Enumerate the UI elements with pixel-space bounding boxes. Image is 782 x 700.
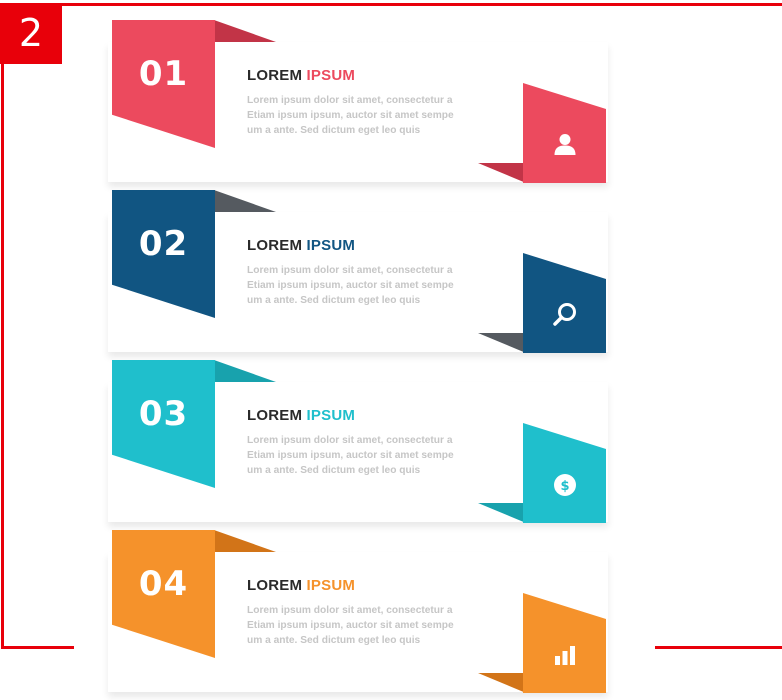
body-line: um a ante. Sed dictum eget leo quis [247, 295, 421, 306]
step-04: 04 LOREM IPSUM Lorem ipsum dolor sit ame… [100, 530, 620, 700]
title-accent: IPSUM [306, 577, 356, 594]
left-tab-fold [214, 190, 276, 212]
body-line: Lorem ipsum dolor sit amet, consectetur … [247, 95, 453, 106]
right-tab-fold [478, 673, 526, 693]
body-line: Etiam ipsum ipsum, auctor sit amet sempe [247, 450, 454, 461]
body-line: Lorem ipsum dolor sit amet, consectetur … [247, 265, 453, 276]
title-main: LOREM [247, 67, 303, 84]
step-number: 01 [138, 54, 189, 94]
search-icon [548, 298, 582, 332]
frame-top-border [0, 3, 782, 6]
left-tab-fold [214, 530, 276, 552]
step-02: 02 LOREM IPSUM Lorem ipsum dolor sit ame… [100, 190, 620, 360]
frame-bottom-right-border [655, 646, 782, 649]
figure-number-badge: 2 [0, 3, 62, 64]
title-main: LOREM [247, 577, 303, 594]
user-icon [548, 128, 582, 162]
frame-left-border [1, 3, 4, 649]
dollar-coin-icon: $ [548, 468, 582, 502]
title-main: LOREM [247, 237, 303, 254]
step-title: LOREM IPSUM [247, 237, 355, 254]
bar-chart-icon [548, 638, 582, 672]
step-title: LOREM IPSUM [247, 577, 355, 594]
step-number: 02 [138, 224, 189, 264]
step-body-text: Lorem ipsum dolor sit amet, consectetur … [247, 263, 509, 308]
body-line: Lorem ipsum dolor sit amet, consectetur … [247, 435, 453, 446]
body-line: Etiam ipsum ipsum, auctor sit amet sempe [247, 620, 454, 631]
title-accent: IPSUM [306, 407, 356, 424]
step-title: LOREM IPSUM [247, 67, 355, 84]
body-line: Etiam ipsum ipsum, auctor sit amet sempe [247, 280, 454, 291]
step-number: 03 [138, 394, 189, 434]
title-main: LOREM [247, 407, 303, 424]
step-body-text: Lorem ipsum dolor sit amet, consectetur … [247, 93, 509, 138]
step-number: 04 [138, 564, 189, 604]
step-body-text: Lorem ipsum dolor sit amet, consectetur … [247, 603, 509, 648]
body-line: um a ante. Sed dictum eget leo quis [247, 125, 421, 136]
step-body-text: Lorem ipsum dolor sit amet, consectetur … [247, 433, 509, 478]
right-tab-fold [478, 163, 526, 183]
body-line: Etiam ipsum ipsum, auctor sit amet sempe [247, 110, 454, 121]
left-tab-fold [214, 360, 276, 382]
title-accent: IPSUM [306, 67, 356, 84]
step-01: 01 LOREM IPSUM Lorem ipsum dolor sit ame… [100, 20, 620, 190]
title-accent: IPSUM [306, 237, 356, 254]
right-tab-fold [478, 333, 526, 353]
body-line: um a ante. Sed dictum eget leo quis [247, 465, 421, 476]
right-tab-fold [478, 503, 526, 523]
step-03: 03 LOREM IPSUM Lorem ipsum dolor sit ame… [100, 360, 620, 530]
body-line: Lorem ipsum dolor sit amet, consectetur … [247, 605, 453, 616]
left-tab-fold [214, 20, 276, 42]
step-title: LOREM IPSUM [247, 407, 355, 424]
svg-text:$: $ [560, 479, 569, 494]
frame-bottom-left-border [1, 646, 74, 649]
body-line: um a ante. Sed dictum eget leo quis [247, 635, 421, 646]
